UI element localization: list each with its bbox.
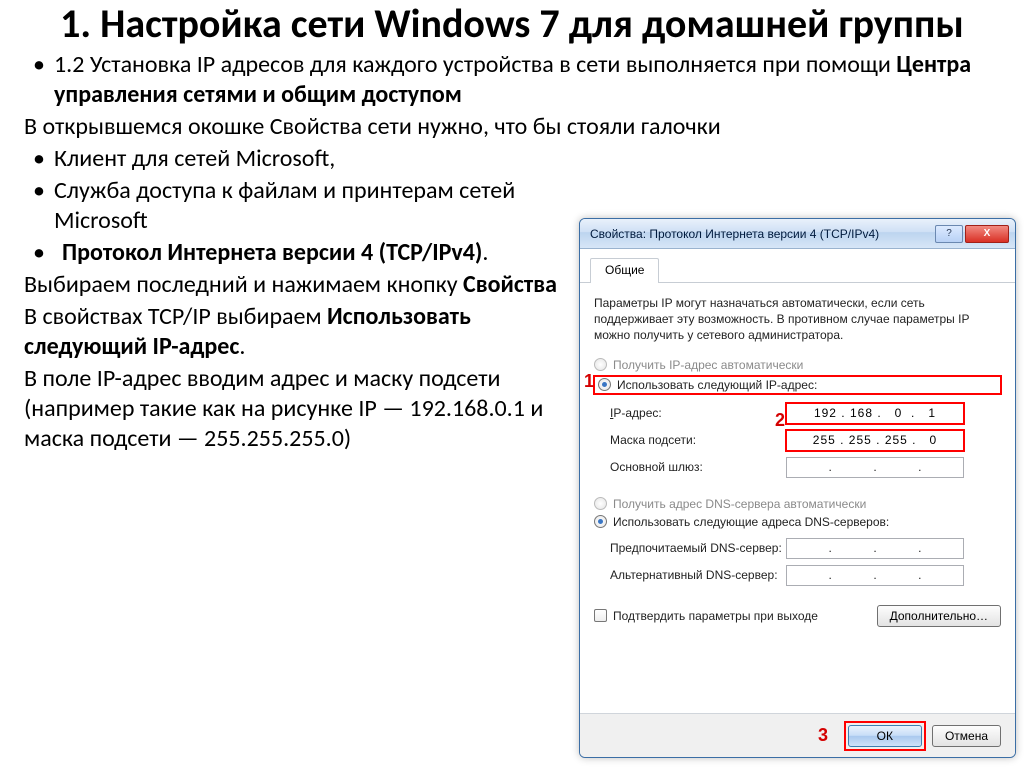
dialog-title: Свойства: Протокол Интернета версии 4 (T… xyxy=(590,227,933,241)
paragraph: В открывшемся окошке Свойства сети нужно… xyxy=(24,112,1000,142)
radio-manual-ip[interactable]: Использовать следующий IP-адрес: xyxy=(594,376,1001,394)
preferred-dns-input[interactable]: ... xyxy=(786,538,964,559)
close-button[interactable]: X xyxy=(965,225,1009,243)
ipv4-properties-dialog: Свойства: Протокол Интернета версии 4 (T… xyxy=(579,218,1016,758)
text: . xyxy=(239,332,245,361)
field-label: Основной шлюз: xyxy=(594,460,786,474)
field-label: IIP-адрес:P-адрес: xyxy=(594,406,786,420)
bold-text: Протокол Интернета версии 4 (TCP/IPv4) xyxy=(62,238,482,267)
subnet-mask-input[interactable] xyxy=(786,430,964,451)
paragraph: В свойствах TCP/IP выбираем Использовать… xyxy=(24,302,579,362)
text: В свойствах TCP/IP выбираем xyxy=(24,302,327,331)
callout-3: 3 xyxy=(818,725,828,746)
ok-highlight: ОК xyxy=(846,723,924,749)
checkbox-icon xyxy=(594,609,607,622)
radio-auto-dns[interactable]: Получить адрес DNS-сервера автоматически xyxy=(594,497,1001,511)
dialog-titlebar[interactable]: Свойства: Протокол Интернета версии 4 (T… xyxy=(580,219,1015,249)
tab-panel: Параметры IP могут назначаться автоматич… xyxy=(580,283,1015,639)
text: Служба доступа к файлам и принтерам сете… xyxy=(54,176,579,236)
field-label: Альтернативный DNS-сервер: xyxy=(594,568,786,582)
field-row-mask: Маска подсети: xyxy=(594,427,1001,454)
advanced-button[interactable]: Дополнительно… xyxy=(877,605,1001,627)
radio-label: Использовать следующий IP-адрес: xyxy=(617,378,817,392)
bullet-dot: • xyxy=(24,176,54,236)
callout-1: 1 xyxy=(584,371,594,392)
radio-icon xyxy=(594,497,607,510)
bullet-item: • Служба доступа к файлам и принтерам се… xyxy=(24,176,579,236)
bullet-item: • Протокол Интернета версии 4 (TCP/IPv4)… xyxy=(24,238,579,268)
checkbox-label: Подтвердить параметры при выходе xyxy=(613,609,818,623)
description-text: Параметры IP могут назначаться автоматич… xyxy=(594,295,1001,344)
field-row-ip: IIP-адрес:P-адрес: xyxy=(594,400,1001,427)
alternate-dns-input[interactable]: ... xyxy=(786,565,964,586)
field-label: Маска подсети: xyxy=(594,433,786,447)
help-button[interactable]: ? xyxy=(935,225,963,243)
radio-icon xyxy=(594,515,607,528)
dialog-footer: ОК Отмена xyxy=(580,713,1015,757)
radio-label: Получить адрес DNS-сервера автоматически xyxy=(613,497,866,511)
confirm-on-exit-checkbox[interactable]: Подтвердить параметры при выходе xyxy=(594,609,818,623)
field-row-dns2: Альтернативный DNS-сервер: ... xyxy=(594,562,1001,589)
field-row-gateway: Основной шлюз: ... xyxy=(594,454,1001,481)
bullet-item: • Клиент для сетей Microsoft, xyxy=(24,144,1000,174)
text: . xyxy=(482,238,488,267)
text: 1.2 Установка IP адресов для каждого уст… xyxy=(54,50,896,79)
bold-text: Свойства xyxy=(463,270,557,299)
field-label: Предпочитаемый DNS-сервер: xyxy=(594,541,786,555)
ok-button[interactable]: ОК xyxy=(848,725,922,747)
page-title: 1. Настройка сети Windows 7 для домашней… xyxy=(0,0,1024,50)
ip-address-input[interactable] xyxy=(786,403,964,424)
radio-label: Получить IP-адрес автоматически xyxy=(613,358,803,372)
bullet-dot: • xyxy=(24,238,54,268)
bullet-dot: • xyxy=(24,50,54,110)
bullet-item: • 1.2 Установка IP адресов для каждого у… xyxy=(24,50,1000,110)
paragraph: В поле IP-адрес вводим адрес и маску под… xyxy=(24,364,579,454)
text: Клиент для сетей Microsoft, xyxy=(54,144,335,174)
radio-label: Использовать следующие адреса DNS-сервер… xyxy=(613,515,889,529)
radio-manual-dns[interactable]: Использовать следующие адреса DNS-сервер… xyxy=(594,515,1001,529)
tab-strip: Общие xyxy=(580,249,1015,283)
callout-2: 2 xyxy=(775,410,785,431)
cancel-button[interactable]: Отмена xyxy=(932,725,1001,747)
gateway-input[interactable]: ... xyxy=(786,457,964,478)
radio-icon xyxy=(598,378,611,391)
text: Выбираем последний и нажимаем кнопку xyxy=(24,270,463,299)
radio-auto-ip[interactable]: Получить IP-адрес автоматически xyxy=(594,358,1001,372)
paragraph: Выбираем последний и нажимаем кнопку Сво… xyxy=(24,270,579,300)
field-row-dns1: Предпочитаемый DNS-сервер: ... xyxy=(594,535,1001,562)
tab-general[interactable]: Общие xyxy=(590,258,659,283)
bullet-dot: • xyxy=(24,144,54,174)
radio-icon xyxy=(594,358,607,371)
